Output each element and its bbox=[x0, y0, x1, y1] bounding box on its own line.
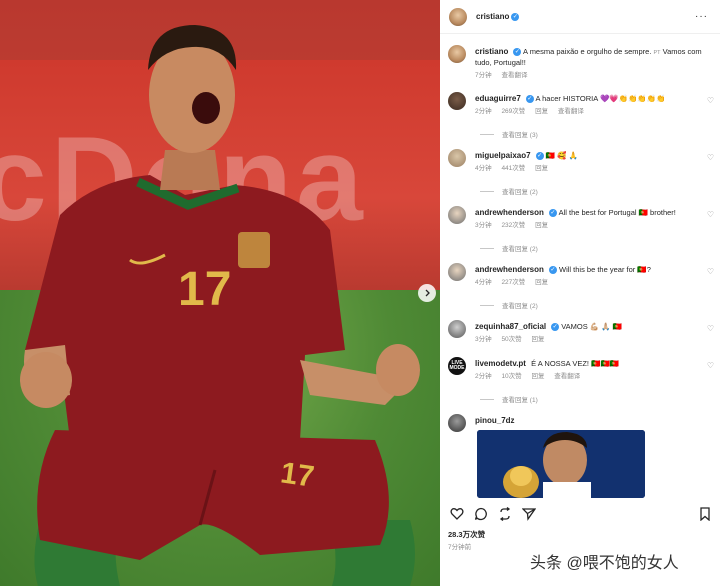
caption-username[interactable]: cristiano bbox=[475, 47, 508, 56]
verified-badge-icon: ✓ bbox=[548, 266, 557, 275]
comment-username[interactable]: miguelpaixao7 bbox=[475, 151, 531, 160]
comment-username[interactable]: pinou_7dz bbox=[475, 416, 515, 425]
comment-time: 4分钟 bbox=[475, 165, 492, 172]
comment-username[interactable]: andrewhenderson bbox=[475, 208, 544, 217]
view-replies[interactable]: 查看回复 (3) bbox=[480, 129, 538, 139]
verified-badge-icon: ✓ bbox=[548, 209, 557, 218]
comment-text: 🇵🇹 🥰 🙏 bbox=[545, 151, 578, 160]
comment-time: 3分钟 bbox=[475, 222, 492, 229]
share-icon[interactable] bbox=[498, 507, 512, 521]
action-bar bbox=[440, 505, 720, 523]
verified-badge-icon: ✓ bbox=[513, 48, 522, 57]
comment-username[interactable]: eduaguirre7 bbox=[475, 94, 521, 103]
comment-text: É A NOSSA VEZ! 🇵🇹🇵🇹🇵🇹 bbox=[531, 359, 620, 368]
heart-icon[interactable]: ♡ bbox=[704, 149, 714, 162]
caption-translate-link[interactable]: 查看翻译 bbox=[501, 72, 527, 79]
jersey-number: 17 bbox=[178, 263, 231, 316]
post-panel: cristiano ✓ ··· cristiano ✓ A mesma paixã… bbox=[440, 0, 720, 586]
watermark: 头条 @喂不饱的女人 bbox=[530, 555, 679, 572]
caption-time: 7分钟 bbox=[475, 72, 492, 79]
avatar-logo-text: LIVE MODE bbox=[449, 360, 465, 371]
comment-time: 2分钟 bbox=[475, 108, 492, 115]
verified-badge-icon: ✓ bbox=[535, 152, 544, 161]
reply-link[interactable]: 回复 bbox=[535, 279, 548, 286]
comment-likes[interactable]: 441次赞 bbox=[501, 165, 525, 172]
jersey-number-layer: 17 bbox=[178, 263, 231, 316]
likes-count[interactable]: 28.3万次赞 bbox=[448, 529, 485, 540]
avatar[interactable] bbox=[449, 7, 467, 26]
post-photo[interactable]: cDona 17 17 bbox=[0, 0, 440, 586]
caption-lang: PT bbox=[653, 50, 661, 56]
comment-icon[interactable] bbox=[474, 507, 488, 521]
verified-badge-icon: ✓ bbox=[551, 323, 560, 332]
view-replies[interactable]: 查看回复 (2) bbox=[480, 186, 538, 196]
send-icon[interactable] bbox=[522, 507, 536, 521]
avatar[interactable] bbox=[448, 149, 466, 167]
view-replies-label[interactable]: 查看回复 (3) bbox=[502, 129, 538, 139]
view-replies-label[interactable]: 查看回复 (2) bbox=[502, 300, 538, 310]
reply-link[interactable]: 回复 bbox=[531, 336, 544, 343]
comment-username[interactable]: zequinha87_oficial bbox=[475, 322, 546, 331]
comment-likes[interactable]: 50次赞 bbox=[501, 336, 521, 343]
reply-link[interactable]: 回复 bbox=[535, 222, 548, 229]
avatar[interactable] bbox=[448, 414, 466, 432]
reply-link[interactable]: 回复 bbox=[531, 373, 544, 380]
comment-text: A hacer HISTORIA 💜💗👏👏👏👏👏 bbox=[535, 94, 666, 103]
avatar[interactable] bbox=[448, 92, 466, 110]
verified-badge-icon: ✓ bbox=[511, 12, 520, 21]
reply-link[interactable]: 回复 bbox=[535, 165, 548, 172]
view-replies[interactable]: 查看回复 (2) bbox=[480, 300, 538, 310]
comment-text: Will this be the year for 🇵🇹? bbox=[559, 265, 651, 274]
caption: cristiano ✓ A mesma paixão e orgulho de s… bbox=[448, 45, 714, 81]
view-replies[interactable]: 查看回复 (2) bbox=[480, 243, 538, 253]
comment-item: LIVE MODE livemodetv.pt É A NOSSA VEZ! 🇵… bbox=[448, 357, 714, 382]
chevron-right-icon[interactable] bbox=[418, 284, 436, 302]
avatar[interactable] bbox=[448, 263, 466, 281]
view-replies-label[interactable]: 查看回复 (2) bbox=[502, 186, 538, 196]
view-replies-label[interactable]: 查看回复 (1) bbox=[502, 394, 538, 404]
comment-text: VAMOS 💪🏼 🙏🏼 🇵🇹 bbox=[561, 322, 623, 331]
more-dots-icon[interactable]: ··· bbox=[695, 11, 708, 22]
post-time: 7分钟前 bbox=[448, 544, 472, 551]
heart-icon[interactable]: ♡ bbox=[704, 206, 714, 219]
avatar[interactable] bbox=[448, 206, 466, 224]
heart-icon[interactable]: ♡ bbox=[704, 263, 714, 276]
bookmark-icon[interactable] bbox=[698, 507, 712, 521]
caption-text: A mesma paixão e orgulho de sempre. bbox=[523, 47, 652, 56]
comment-image[interactable] bbox=[477, 430, 645, 498]
reply-link[interactable]: 回复 bbox=[535, 108, 548, 115]
avatar[interactable] bbox=[448, 45, 466, 63]
comment-time: 2分钟 bbox=[475, 373, 492, 380]
comment-username[interactable]: livemodetv.pt bbox=[475, 359, 526, 368]
comment-likes[interactable]: 269次赞 bbox=[501, 108, 525, 115]
heart-icon[interactable]: ♡ bbox=[704, 92, 714, 105]
comment-item: andrewhenderson ✓ All the best for Portug… bbox=[448, 206, 714, 231]
heart-icon[interactable]: ♡ bbox=[704, 320, 714, 333]
comment-likes[interactable]: 227次赞 bbox=[501, 279, 525, 286]
comment-text: All the best for Portugal 🇵🇹 brother! bbox=[558, 208, 676, 217]
comment-item: eduaguirre7 ✓ A hacer HISTORIA 💜💗👏👏👏👏👏 2分… bbox=[448, 92, 714, 117]
heart-icon[interactable] bbox=[450, 507, 464, 521]
comment-time: 3分钟 bbox=[475, 336, 492, 343]
author-username[interactable]: cristiano bbox=[476, 12, 509, 21]
heart-icon[interactable]: ♡ bbox=[704, 357, 714, 370]
comment-item: zequinha87_oficial ✓ VAMOS 💪🏼 🙏🏼 🇵🇹 3分钟 5… bbox=[448, 320, 714, 345]
comment-username[interactable]: andrewhenderson bbox=[475, 265, 544, 274]
comment-item: miguelpaixao7 ✓ 🇵🇹 🥰 🙏 4分钟 441次赞 回复 ♡ bbox=[448, 149, 714, 174]
verified-badge-icon: ✓ bbox=[525, 95, 534, 104]
comment-likes[interactable]: 10次赞 bbox=[501, 373, 521, 380]
comment-time: 4分钟 bbox=[475, 279, 492, 286]
translate-link[interactable]: 查看翻译 bbox=[558, 108, 584, 115]
translate-link[interactable]: 查看翻译 bbox=[554, 373, 580, 380]
view-replies-label[interactable]: 查看回复 (2) bbox=[502, 243, 538, 253]
view-replies[interactable]: 查看回复 (1) bbox=[480, 394, 538, 404]
avatar[interactable]: LIVE MODE bbox=[448, 357, 466, 375]
post-header: cristiano ✓ ··· bbox=[440, 0, 720, 34]
avatar[interactable] bbox=[448, 320, 466, 338]
comment-item: andrewhenderson ✓ Will this be the year f… bbox=[448, 263, 714, 288]
comment-likes[interactable]: 232次赞 bbox=[501, 222, 525, 229]
